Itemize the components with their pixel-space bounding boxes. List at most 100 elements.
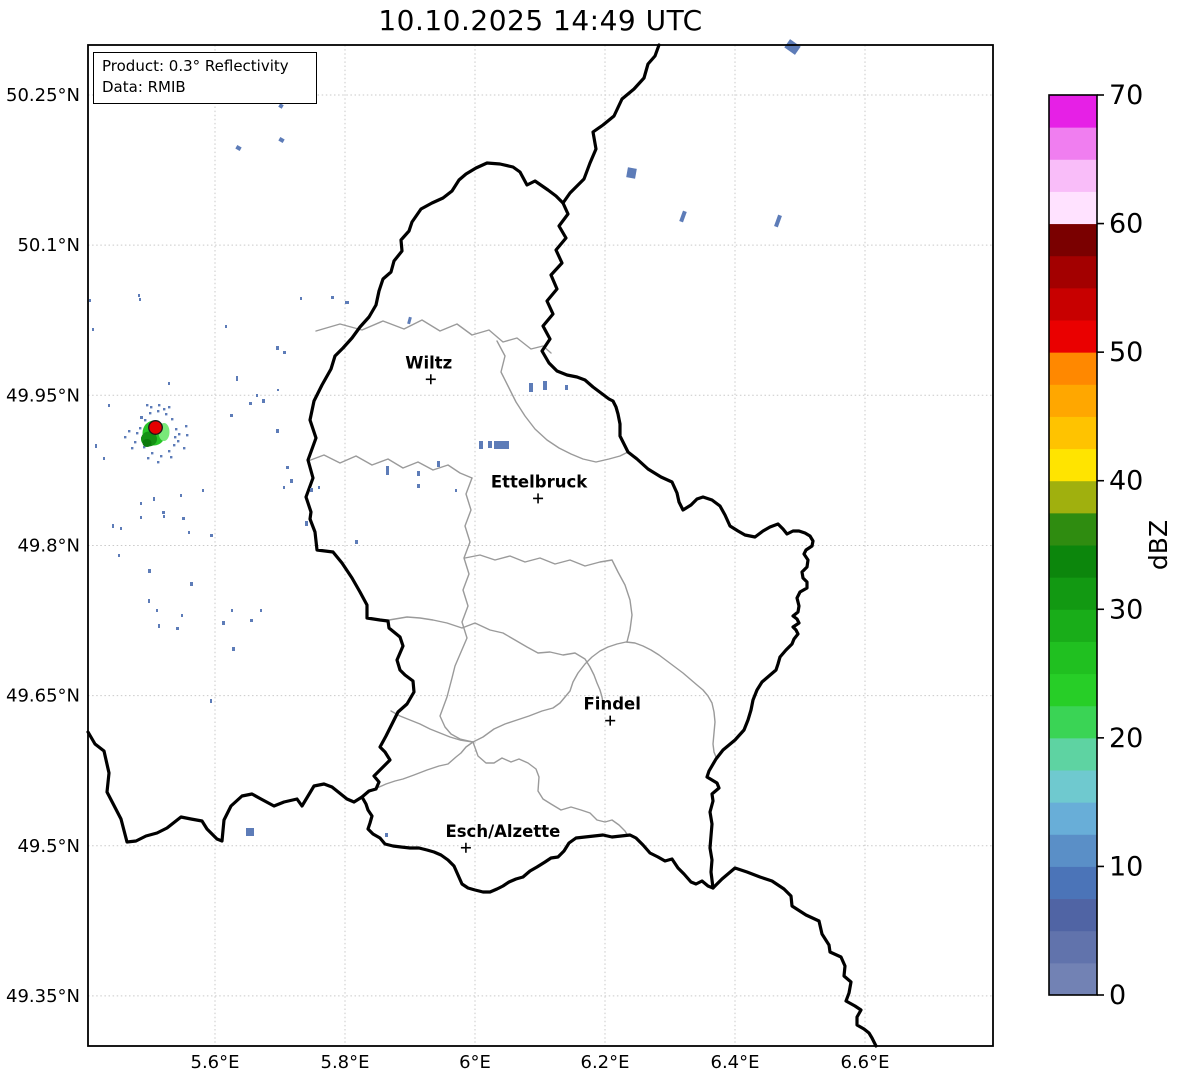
radar-site-speckle — [171, 418, 174, 421]
echo-pixel — [260, 609, 262, 612]
echo-pixel — [386, 466, 389, 475]
city-label: Wiltz — [405, 353, 452, 372]
echo-pixel — [305, 521, 308, 526]
echo-pixel — [543, 381, 547, 390]
echo-pixel — [140, 502, 142, 505]
graticule-gridlines — [88, 45, 993, 1046]
lon-tick-label: 5.8°E — [321, 1052, 370, 1073]
colorbar-band — [1049, 833, 1097, 867]
echo-pixel — [188, 531, 190, 534]
colorbar-tick-label: 50 — [1109, 337, 1143, 368]
echo-pixel — [232, 647, 235, 651]
lat-tick-label: 49.5°N — [17, 836, 80, 857]
radar-site-red-core — [148, 420, 163, 435]
canton-boundaries — [307, 319, 717, 837]
echo-pixel — [283, 486, 285, 489]
city-esch-alzette: Esch/Alzette — [445, 822, 560, 853]
echo-pixel — [92, 328, 94, 331]
colorbar-tick-label: 70 — [1109, 80, 1143, 111]
colorbar-tick-label: 0 — [1109, 980, 1126, 1011]
echo-pixel — [210, 534, 213, 537]
echo-pixel — [256, 394, 258, 397]
echo-pixel — [774, 214, 782, 228]
colorbar-band — [1049, 865, 1097, 900]
colorbar-band — [1049, 898, 1097, 932]
lat-tick-label: 49.35°N — [6, 986, 80, 1007]
radar-site-speckle — [128, 430, 131, 433]
echo-pixel — [222, 621, 225, 625]
colorbar-band — [1049, 962, 1097, 996]
colorbar-band — [1049, 705, 1097, 739]
echo-pixel — [784, 39, 801, 55]
echo-pixel — [118, 554, 120, 557]
echo-pixel — [355, 540, 358, 544]
belgium-germany-border — [561, 43, 661, 205]
canton-boundary — [307, 454, 473, 479]
echo-pixel — [139, 298, 141, 301]
echo-pixel — [89, 299, 91, 302]
radar-site-darker-green-patch — [142, 439, 152, 447]
colorbar-band — [1049, 448, 1097, 482]
colorbar: 0 10 20 30 40 50 60 70 — [1048, 80, 1143, 1011]
radar-site-speckle — [124, 436, 127, 439]
echo-pixel — [318, 486, 320, 489]
radar-site-speckle — [157, 461, 160, 464]
colorbar-band — [1049, 94, 1097, 128]
radar-site-speckle — [163, 408, 166, 411]
lon-tick-label: 6.4°E — [711, 1052, 760, 1073]
echo-pixel — [286, 466, 289, 469]
axis-tick-labels: 5.6°E 5.8°E 6°E 6.2°E 6.4°E 6.6°E 50.25°N 50.1°… — [6, 85, 890, 1073]
echo-pixel — [276, 346, 279, 350]
colorbar-band — [1049, 287, 1097, 321]
colorbar-tick-label: 40 — [1109, 466, 1143, 497]
canton-boundary — [496, 340, 629, 463]
radar-site-speckle — [185, 425, 188, 428]
colorbar-tick-label: 30 — [1109, 594, 1143, 625]
echo-pixel — [529, 383, 533, 392]
lat-tick-label: 49.8°N — [17, 535, 80, 556]
echo-pixel — [277, 389, 279, 391]
echo-pixel — [455, 489, 457, 492]
echo-pixel — [230, 414, 233, 417]
echo-pixel — [202, 489, 204, 492]
canton-boundary — [464, 554, 633, 643]
city-ettelbruck: Ettelbruck — [491, 472, 588, 504]
echo-pixel — [138, 294, 140, 297]
lon-tick-label: 6.2°E — [581, 1052, 630, 1073]
echo-pixel — [235, 145, 242, 151]
echo-pixel — [108, 404, 110, 407]
echo-pixel — [236, 376, 238, 381]
luxembourg-border — [304, 161, 815, 894]
radar-site-speckle — [174, 436, 177, 439]
radar-site-speckle — [150, 406, 153, 409]
echo-pixel — [262, 399, 265, 403]
colorbar-band — [1049, 480, 1097, 514]
colorbar-band — [1049, 351, 1097, 385]
colorbar-band — [1049, 673, 1097, 707]
radar-site-speckle — [168, 406, 171, 409]
radar-site-speckle — [157, 410, 160, 413]
radar-product-page: { "title": "10.10.2025 14:49 UTC", "info… — [0, 0, 1184, 1081]
colorbar-band — [1049, 255, 1097, 289]
colorbar-band — [1049, 737, 1097, 771]
echo-pixel — [103, 457, 105, 460]
echo-pixel — [565, 385, 568, 390]
echo-pixel — [249, 402, 252, 405]
radar-site-speckle — [149, 412, 152, 415]
colorbar-band — [1049, 415, 1097, 450]
echo-pixel — [162, 511, 165, 514]
radar-site-speckle — [165, 413, 168, 416]
echo-pixel — [168, 382, 170, 385]
colorbar-band — [1049, 512, 1097, 546]
echo-pixel — [140, 516, 142, 519]
colorbar-band — [1049, 544, 1097, 578]
echo-pixel — [417, 471, 420, 476]
product-info-box: Product: 0.3° Reflectivity Data: RMIB — [93, 52, 317, 104]
echo-pixel — [679, 210, 687, 223]
canton-boundary — [390, 710, 474, 743]
france-germany-border — [711, 866, 878, 1048]
colorbar-band — [1049, 319, 1097, 353]
echo-pixel — [278, 137, 285, 143]
colorbar-band — [1049, 608, 1097, 642]
colorbar-band — [1049, 383, 1097, 417]
